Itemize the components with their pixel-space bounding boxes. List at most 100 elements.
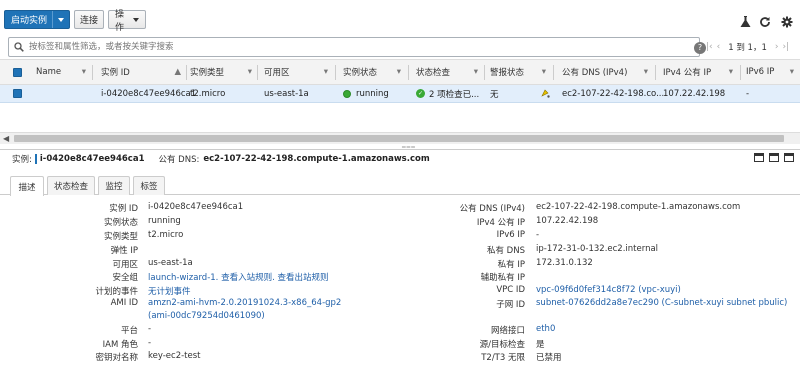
label-network-interface: 网络接口 [490, 326, 525, 336]
panel-layout-icon[interactable] [769, 153, 779, 162]
label-elastic-ip: 弹性 IP [110, 246, 138, 256]
value-ami-id-link[interactable]: amzn2-ami-hvm-2.0.20191024.3-x86_64-gp2 [148, 298, 341, 308]
cell-ipv4: 107.22.42.198 [663, 88, 726, 99]
sort-icon: ▾ [81, 67, 86, 77]
panel-layout-icon[interactable] [784, 153, 794, 162]
value-vpc-id-link[interactable]: vpc-09f6d0fef314c8f72 (vpc-xuyi) [536, 285, 681, 295]
tab-tags[interactable]: 标签 [133, 176, 165, 195]
sort-icon: ▾ [728, 67, 733, 77]
value-network-interface-link[interactable]: eth0 [536, 324, 555, 334]
flask-icon[interactable] [738, 15, 752, 29]
label-t2t3-unlimited: T2/T3 无限 [481, 353, 525, 363]
tab-description[interactable]: 描述 [10, 176, 44, 196]
sort-icon: ▾ [473, 67, 478, 77]
prev-page-icon[interactable]: ‹ [717, 42, 721, 52]
connect-button[interactable]: 连接 [74, 10, 104, 29]
value-instance-type: t2.micro [148, 230, 184, 240]
pagination: |‹ ‹ 1 到 1，1 › ›| [706, 37, 789, 57]
gear-icon[interactable] [780, 15, 794, 29]
value-iam-role: - [148, 338, 152, 348]
cell-alarm: 无 [490, 89, 499, 100]
sort-icon: ▾ [247, 67, 252, 77]
running-status-icon [343, 89, 351, 98]
detail-instance-id: i-0420e8c47ee946ca1 [39, 154, 145, 164]
label-key-pair: 密钥对名称 [95, 353, 138, 363]
launch-instance-button[interactable]: 启动实例 [4, 10, 70, 29]
value-private-ip: 172.31.0.132 [536, 258, 593, 268]
col-instance-type[interactable]: 实例类型 ▾ [190, 60, 258, 84]
toolbar: 启动实例 连接 操作 [0, 0, 800, 36]
tab-status-checks[interactable]: 状态检查 [47, 176, 95, 195]
label-instance-state: 实例状态 [103, 218, 138, 228]
search-input[interactable] [29, 40, 669, 54]
refresh-icon[interactable] [758, 15, 772, 29]
value-t2t3-unlimited: 已禁用 [536, 353, 562, 363]
label-vpc-id: VPC ID [496, 285, 525, 295]
search-row: ? |‹ ‹ 1 到 1，1 › ›| [0, 36, 800, 58]
value-platform: - [148, 324, 152, 334]
table-empty-area [0, 104, 800, 132]
value-public-dns: ec2-107-22-42-198.compute-1.amazonaws.co… [536, 202, 741, 212]
row-checkbox[interactable] [13, 85, 22, 102]
cell-public-dns: ec2-107-22-42-198.co... [562, 88, 665, 99]
cell-instance-id: i-0420e8c47ee946ca1 [101, 88, 197, 99]
table-row[interactable]: i-0420e8c47ee946ca1 t2.micro us-east-1a … [0, 85, 800, 103]
col-alarm[interactable]: 警报状态 ▾ [490, 60, 552, 84]
chevron-down-icon [58, 17, 65, 22]
sort-icon: ▾ [396, 67, 401, 77]
drag-handle-icon[interactable]: ═══ [402, 145, 416, 151]
value-ami-id-sub[interactable]: (ami-00dc79254d0461090) [148, 311, 265, 321]
label-az: 可用区 [112, 260, 138, 270]
value-instance-state: running [148, 216, 181, 226]
col-az[interactable]: 可用区 ▾ [264, 60, 334, 84]
scroll-left-icon[interactable]: ◀ [3, 133, 9, 144]
label-private-dns: 私有 DNS [486, 246, 525, 256]
col-instance-id[interactable]: 实例 ID ▲ [101, 60, 187, 84]
launch-dropdown-caret[interactable] [52, 11, 69, 28]
value-subnet-id-link[interactable]: subnet-07626dd2a8e7ec290 (C-subnet-xuyi … [536, 298, 787, 308]
value-scheduled-events-link[interactable]: 无计划事件 [148, 285, 191, 297]
col-state[interactable]: 实例状态 ▾ [343, 60, 407, 84]
label-subnet-id: 子网 ID [496, 300, 525, 310]
pagination-text: 1 到 1，1 [728, 43, 767, 53]
last-page-icon[interactable]: ›| [783, 42, 790, 52]
value-security-group-link[interactable]: launch-wizard-1. 查看入站规则. 查看出站规则 [148, 271, 328, 283]
col-status-check[interactable]: 状态检查 ▾ [416, 60, 484, 84]
value-instance-id: i-0420e8c47ee946ca1 [148, 202, 244, 212]
cell-az: us-east-1a [264, 88, 309, 99]
detail-instance-label: 实例: [12, 155, 32, 165]
panel-layout-icon[interactable] [754, 153, 764, 162]
label-public-dns: 公有 DNS (IPv4) [459, 204, 525, 214]
sort-icon: ▾ [323, 67, 328, 77]
scrollbar-thumb[interactable] [14, 135, 784, 142]
actions-label: 操作 [115, 9, 125, 33]
alarm-bell-icon[interactable] [540, 85, 551, 102]
col-ipv4[interactable]: IPv4 公有 IP ▾ [663, 60, 739, 84]
search-box[interactable]: ? [8, 37, 706, 57]
table-header: Name ▾ 实例 ID ▲ 实例类型 ▾ 可用区 ▾ 实例状态 ▾ 状态检查 ▾ 警报状态… [0, 59, 800, 85]
col-public-dns[interactable]: 公有 DNS (IPv4) ▾ [562, 60, 654, 84]
horizontal-scrollbar[interactable]: ◀ [0, 132, 800, 144]
label-source-dest-check: 源/目标检查 [479, 340, 525, 350]
help-icon[interactable]: ? [694, 42, 706, 54]
col-name[interactable]: Name ▾ [36, 60, 92, 84]
sort-icon: ▾ [789, 67, 794, 77]
detail-tabs: 描述 状态检查 监控 标签 [0, 174, 800, 196]
cell-status-check: ✓ 2 项检查已... [416, 89, 480, 100]
first-page-icon[interactable]: |‹ [706, 42, 713, 52]
label-scheduled-events: 计划的事件 [95, 287, 138, 297]
label-ipv6: IPv6 IP [496, 230, 525, 240]
label-iam-role: IAM 角色 [102, 340, 138, 350]
label-private-ip: 私有 IP [497, 260, 525, 270]
detail-dns-value: ec2-107-22-42-198.compute-1.amazonaws.co… [203, 154, 430, 164]
value-private-dns: ip-172-31-0-132.ec2.internal [536, 244, 659, 254]
value-ipv4-public: 107.22.42.198 [536, 216, 599, 226]
select-all-checkbox[interactable] [13, 60, 22, 84]
next-page-icon[interactable]: › [775, 42, 779, 52]
value-az: us-east-1a [148, 258, 193, 268]
tab-monitoring[interactable]: 监控 [98, 176, 130, 195]
col-ipv6[interactable]: IPv6 IP ▾ [746, 60, 800, 84]
label-platform: 平台 [120, 326, 138, 336]
actions-button[interactable]: 操作 [108, 10, 146, 33]
label-ami-id: AMI ID [110, 298, 138, 308]
